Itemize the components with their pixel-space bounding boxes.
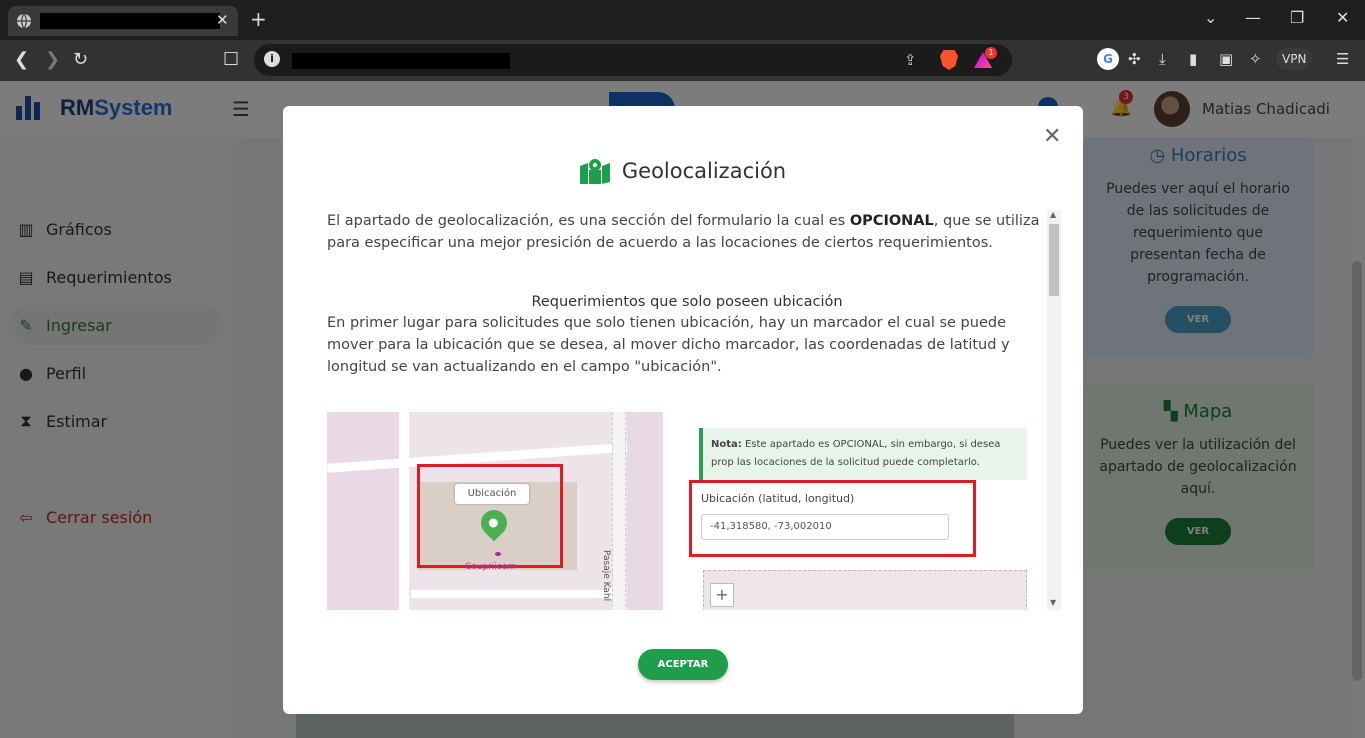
close-window-icon[interactable]: ✕ [1336,8,1349,27]
zoom-plus-icon: + [710,583,734,607]
reload-icon[interactable]: ↻ [73,49,88,70]
new-tab-button[interactable]: + [250,7,267,31]
aceptar-button[interactable]: ACEPTAR [638,649,728,680]
site-info-icon[interactable]: i [264,51,280,67]
note-box: Nota: Este apartado es OPCIONAL, sin emb… [699,428,1027,480]
section-title: Requerimientos que solo poseen ubicación [531,294,843,310]
maximize-icon[interactable]: ❐ [1290,8,1304,27]
share-icon[interactable]: ⇪ [904,51,917,69]
browser-toolbar: ❮ ❯ ↻ ☐ i ⇪ 1 G ✣ ⤓ ▮ ▣ ✧ VPN ☰ [0,40,1365,81]
modal-scrollbar[interactable]: ▲ ▼ [1047,210,1061,610]
vpn-button[interactable]: VPN [1276,48,1313,70]
intro-paragraph: El apartado de geolocalización, es una s… [327,213,1040,251]
ubicacion-field-label: Ubicación (latitud, longitud) [701,492,855,505]
modal-title: Geolocalización [283,158,1083,184]
google-translate-icon[interactable]: G [1097,48,1119,70]
download-icon[interactable]: ⤓ [1159,50,1166,68]
forward-icon[interactable]: ❯ [45,49,60,70]
example-form-image: Nota: Este apartado es OPCIONAL, sin emb… [689,412,1027,610]
street-label: Pasaje Kahl [601,550,611,602]
url-redacted [292,53,510,69]
poi-label: Coupriicem [465,562,517,572]
tab-search-chevron-icon[interactable]: ⌄ [1204,8,1217,27]
rewards-badge: 1 [985,47,997,59]
section-paragraph: En primer lugar para solicitudes que sol… [327,315,1010,375]
instruction-figure: Ubicación Coupriicem Pasaje Kahl Nota: E… [327,412,1027,610]
back-icon[interactable]: ❮ [14,49,29,70]
wallet-icon[interactable]: ▣ [1219,50,1233,68]
scroll-up-icon[interactable]: ▲ [1050,210,1056,219]
poi-dot [495,552,501,556]
marker-tooltip: Ubicación [455,484,529,504]
modal-body: El apartado de geolocalización, es una s… [327,210,1047,610]
example-minimap: + [703,570,1027,610]
leo-ai-icon[interactable]: ✧ [1249,50,1262,68]
browser-tabbar: ✕ + ⌄ — ❐ ✕ [0,0,1365,40]
ubicacion-field-example: -41,318580, -73,002010 [701,514,949,540]
geolocalizacion-modal: ✕ Geolocalización El apartado de geoloca… [283,106,1083,714]
tab-close-icon[interactable]: ✕ [216,11,229,29]
tab-title-redacted [40,13,220,29]
modal-title-text: Geolocalización [621,159,787,183]
map-marker-icon [579,159,610,184]
extensions-icon[interactable]: ✣ [1128,50,1141,68]
globe-icon [17,13,31,29]
scroll-down-icon[interactable]: ▼ [1050,598,1056,607]
bookmark-icon[interactable]: ☐ [223,49,239,70]
sidebar-toggle-icon[interactable]: ▮ [1189,50,1197,68]
address-bar[interactable]: i ⇪ 1 [254,44,1012,76]
modal-scroll-thumb[interactable] [1049,224,1059,296]
menu-icon[interactable]: ☰ [1336,50,1349,68]
browser-tab[interactable]: ✕ [8,6,238,36]
example-map-image: Ubicación Coupriicem Pasaje Kahl [327,412,663,610]
close-icon[interactable]: ✕ [1043,124,1061,149]
minimize-icon[interactable]: — [1245,8,1261,27]
brave-shields-icon[interactable] [940,50,958,70]
